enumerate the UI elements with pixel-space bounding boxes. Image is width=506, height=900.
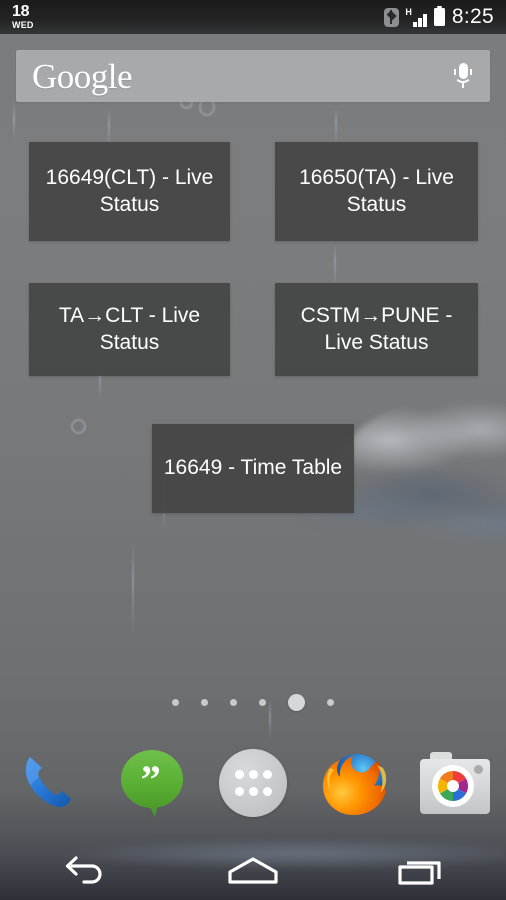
page-dot[interactable] [172,699,179,706]
nav-button-back[interactable] [0,855,169,887]
signal-indicator: H [405,7,427,27]
page-dot[interactable] [327,699,334,706]
firefox-icon [317,746,391,820]
navigation-bar [0,842,506,900]
battery-full-icon [433,5,445,26]
dock-item-phone[interactable] [0,740,101,825]
google-logo: Google [32,56,133,96]
network-type-label: H [405,7,412,17]
rain-streak [132,540,134,640]
phone-icon [14,746,88,820]
microphone-icon[interactable] [452,61,474,91]
droplet-ring [71,419,86,434]
app-drawer-icon [219,748,287,817]
status-date: 18 WED [12,4,34,30]
status-clock: 8:25 [451,5,494,28]
status-date-number: 18 [12,3,30,20]
dock-item-hangouts[interactable]: ” [101,740,202,825]
google-search-bar[interactable]: Google [16,50,490,102]
page-indicator [0,694,506,711]
dock-item-camera[interactable] [405,740,506,825]
signal-bars-icon [413,14,427,27]
widget-live-status-ta-clt[interactable]: TA→CLT - Live Status [29,283,230,376]
rain-streak [13,100,15,144]
dock-item-app-drawer[interactable] [202,740,303,825]
bluetooth-icon [384,7,400,27]
page-dot[interactable] [230,699,237,706]
nav-button-home[interactable] [169,855,338,887]
home-icon [228,857,278,884]
widget-live-status-16650[interactable]: 16650(TA) - Live Status [275,142,478,241]
widget-time-table-16649[interactable]: 16649 - Time Table [152,424,354,513]
page-dot[interactable] [201,699,208,706]
dock-item-firefox[interactable] [304,740,405,825]
widget-live-status-cstm-pune[interactable]: CSTM→PUNE - Live Status [275,283,478,376]
page-dot[interactable] [259,699,266,706]
widget-live-status-16649[interactable]: 16649(CLT) - Live Status [29,142,230,241]
back-icon [66,856,102,884]
dock: ” [0,740,506,825]
rain-streak [335,108,337,144]
status-date-day: WED [12,20,34,30]
status-bar[interactable]: 18 WED H 8:25 [0,0,506,34]
page-dot-active[interactable] [288,694,305,711]
hangouts-icon: ” [116,747,188,819]
recents-icon [398,861,441,885]
nav-button-recents[interactable] [337,855,506,887]
rain-streak [334,244,336,288]
camera-icon [420,751,491,814]
android-home-screen: 18 WED H 8:25 Google 16649(CLT) - Live S… [0,0,506,900]
status-icons: H 8:25 [384,5,494,29]
